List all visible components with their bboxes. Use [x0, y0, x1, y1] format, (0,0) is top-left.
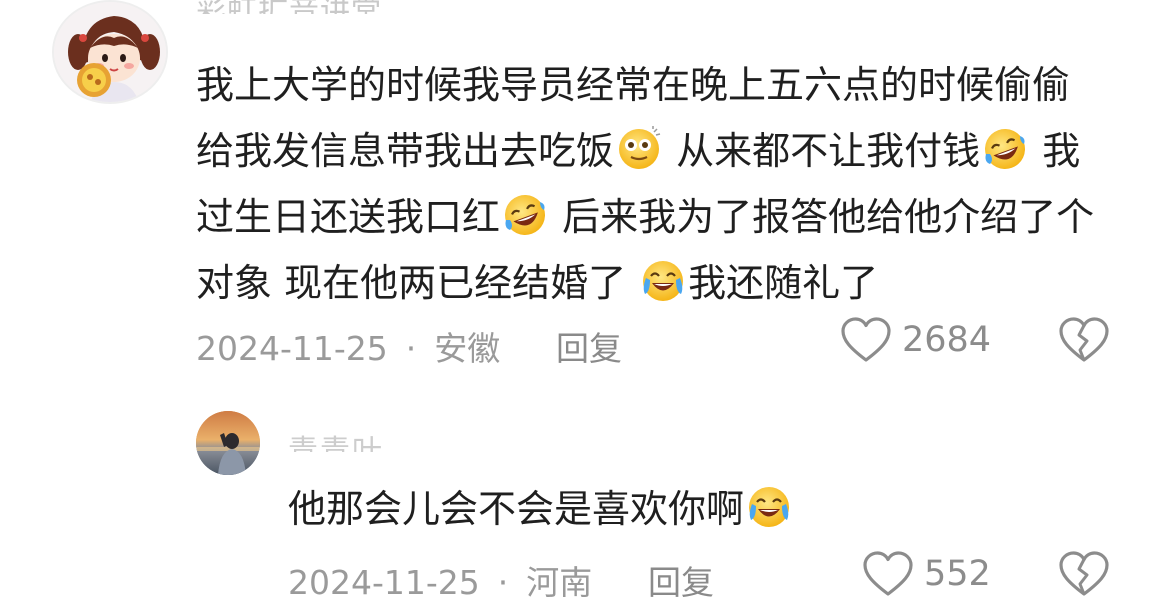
comment-text-segment: 我上大学的时候我导员经常在晚上五六点的时候偷偷 [196, 63, 1071, 107]
crying-laughing-emoji-icon [643, 261, 684, 301]
dizzy-face-emoji-icon [619, 126, 661, 169]
reply-like-button[interactable]: 552 [862, 550, 991, 598]
dislike-button[interactable] [1058, 316, 1110, 368]
comment-text-segment: 从来都不让我付钱 [664, 129, 981, 173]
rolling-laughing-emoji-icon [505, 195, 546, 235]
reply-dislike-button[interactable] [1058, 550, 1110, 602]
broken-heart-icon [1059, 551, 1109, 596]
comment-text: 我上大学的时候我导员经常在晚上五六点的时候偷偷 给我发信息带我出去吃饭 从来都不… [196, 52, 1136, 316]
reply-avatar[interactable] [196, 411, 260, 475]
reply-text-segment: 他那会儿会不会是喜欢你啊 [288, 487, 745, 531]
comment-text-segment: 给我发信息带我出去吃饭 [196, 129, 615, 173]
comment-thread: 彩虹扩音讲堂 我上大学的时候我导员经常在晚上五六点的时候偷偷 给我发信息带我出去… [0, 0, 1170, 608]
avatar[interactable] [52, 0, 168, 104]
reply-button[interactable]: 回复 [556, 322, 622, 370]
meta-separator: · [497, 563, 509, 602]
reply-location: 河南 [526, 563, 593, 602]
meta-separator: · [405, 329, 417, 368]
crying-laughing-emoji-icon [749, 487, 790, 527]
rolling-laughing-emoji-icon [985, 129, 1026, 169]
comment-text-segment: 后来我为了报答他给他介绍了个 [550, 195, 1095, 239]
like-button[interactable]: 2684 [840, 316, 991, 364]
comment-text-segment: 对象 现在他两已经结婚了 [196, 261, 639, 305]
heart-outline-icon [841, 317, 891, 362]
comment-text-segment: 我还随礼了 [688, 261, 879, 305]
reply-reply-button[interactable]: 回复 [648, 556, 714, 604]
reply-like-count: 552 [924, 554, 991, 594]
sunset-photo-avatar-image [196, 411, 260, 475]
comment-author-name[interactable]: 彩虹扩音讲堂 [196, 0, 382, 14]
comment-location: 安徽 [434, 329, 501, 368]
cartoon-girl-avatar-image [54, 2, 166, 102]
comment-date: 2024-11-25 [196, 329, 388, 368]
heart-outline-icon [863, 551, 913, 596]
reply-date: 2024-11-25 [288, 563, 480, 602]
broken-heart-icon [1059, 317, 1109, 362]
reply-text: 他那会儿会不会是喜欢你啊 [288, 482, 794, 536]
like-count: 2684 [902, 320, 992, 360]
comment-meta: 2024-11-25 · 安徽 [196, 322, 500, 370]
reply-author-name[interactable]: 青青叶 [288, 426, 384, 452]
reply-meta: 2024-11-25 · 河南 [288, 556, 592, 604]
comment-text-segment: 我 [1030, 129, 1081, 173]
comment-text-segment: 过生日还送我口红 [196, 195, 501, 239]
